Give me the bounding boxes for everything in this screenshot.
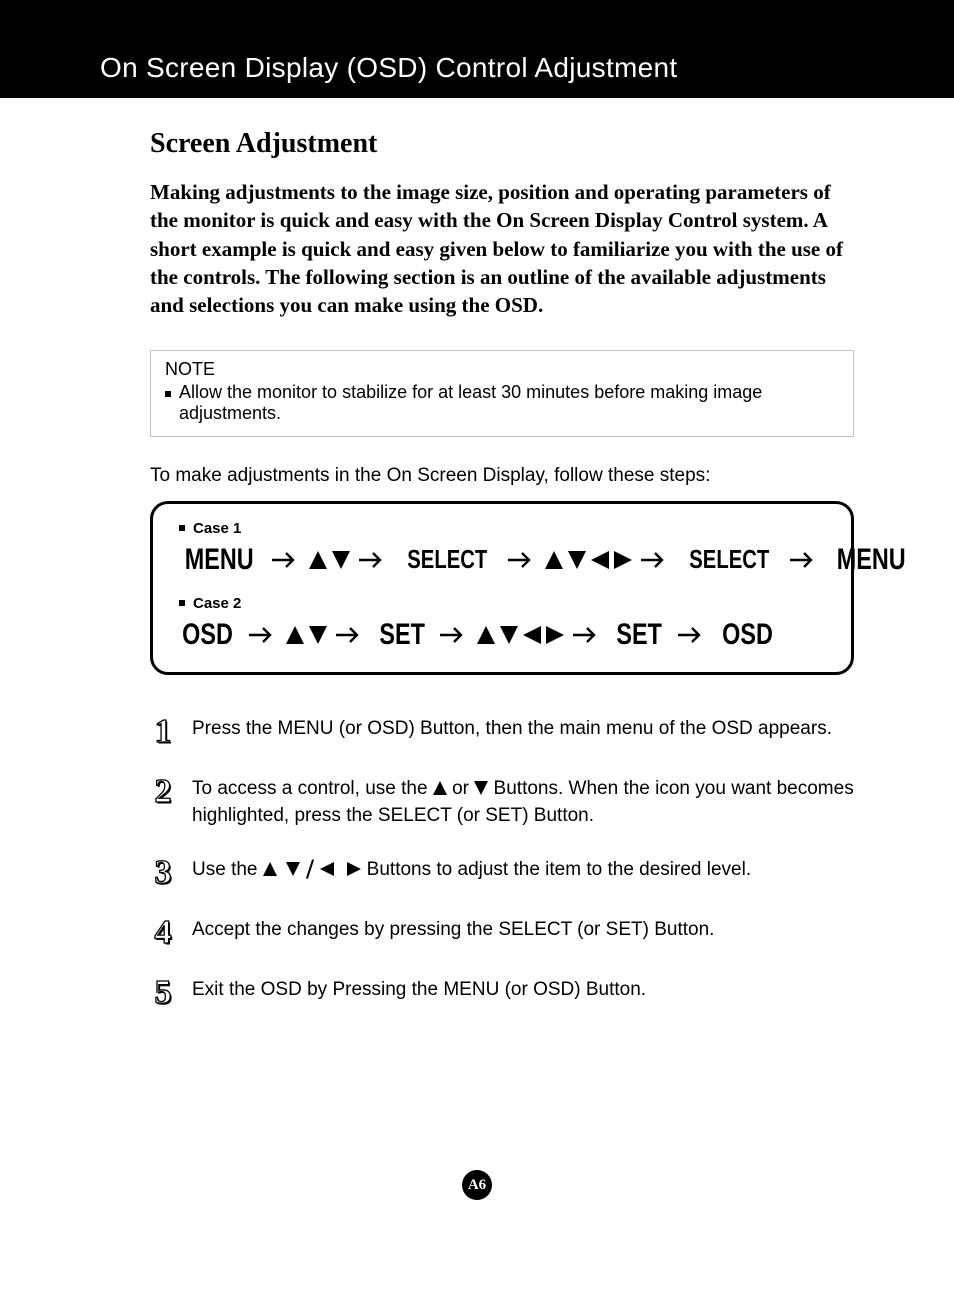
case1-label-text: Case 1: [193, 520, 241, 537]
step-body: To access a control, use the or Buttons.…: [192, 775, 854, 830]
step-text: Exit the OSD by Pressing the: [192, 979, 443, 1000]
step-text: To access a control, use the: [192, 778, 433, 799]
step-4: 4 Accept the changes by pressing the SEL…: [150, 916, 854, 950]
case1-label: Case 1: [179, 520, 829, 537]
page-number: A6: [468, 1177, 486, 1194]
page-header-title: On Screen Display (OSD) Control Adjustme…: [100, 52, 677, 83]
select-label: SELECT: [408, 544, 488, 575]
bullet-icon: [179, 525, 185, 531]
triangle-up-icon: [309, 551, 327, 569]
lead-text: To make adjustments in the On Screen Dis…: [150, 465, 854, 487]
arrow-right-icon: [335, 626, 365, 644]
intro-paragraph: Making adjustments to the image size, po…: [150, 178, 854, 320]
step-body: Accept the changes by pressing the SELEC…: [192, 916, 854, 950]
select-label: SELECT: [689, 544, 769, 575]
triangle-down-icon: [500, 626, 518, 644]
steps-list: 1 Press the MENU (or OSD) Button, then t…: [150, 715, 854, 1010]
step-number: 4: [150, 916, 176, 950]
step-text: Accept the changes by pressing the: [192, 919, 498, 940]
arrow-right-icon: [271, 551, 301, 569]
case1-flow: MENU SELECT SELECT MENU: [175, 543, 829, 577]
bullet-icon: [179, 600, 185, 606]
step-text: Press the: [192, 718, 278, 739]
page-header: On Screen Display (OSD) Control Adjustme…: [0, 0, 954, 98]
step-number: 1: [150, 715, 176, 749]
triangle-right-icon: [546, 626, 564, 644]
step-text: .: [589, 805, 594, 826]
step-number: 2: [150, 775, 176, 830]
step-body: Exit the OSD by Pressing the MENU (or OS…: [192, 976, 854, 1010]
case2-flow: OSD SET SET OSD: [175, 618, 829, 652]
triangle-up-icon: [433, 781, 447, 795]
page: On Screen Display (OSD) Control Adjustme…: [0, 0, 954, 1305]
page-number-badge: A6: [462, 1170, 492, 1200]
osd-label: OSD: [182, 618, 233, 652]
step-3: 3 Use the Buttons to adjust the item to …: [150, 856, 854, 890]
triangle-right-icon: [614, 551, 632, 569]
set-label: SET: [617, 618, 663, 652]
triangle-left-icon: [523, 626, 541, 644]
step-number: 5: [150, 976, 176, 1010]
up-down-group: [286, 626, 327, 644]
arrow-right-icon: [572, 626, 602, 644]
step-text: to adjust the item to the desired level.: [431, 859, 751, 880]
step-text: .: [641, 979, 646, 1000]
arrow-right-icon: [640, 551, 670, 569]
triangle-down-icon: [309, 626, 327, 644]
menu-label: MENU: [836, 543, 905, 577]
triangle-right-icon: [347, 862, 361, 876]
triangle-down-icon: [568, 551, 586, 569]
step-number: 3: [150, 856, 176, 890]
arrow-right-icon: [507, 551, 537, 569]
step-bold: SELECT (or SET) Button: [378, 805, 589, 826]
section-heading: Screen Adjustment: [150, 128, 854, 160]
note-text: Allow the monitor to stabilize for at le…: [179, 382, 839, 424]
set-label: SET: [379, 618, 425, 652]
step-text: Use the: [192, 859, 263, 880]
udlr-group: [545, 551, 632, 569]
content: Screen Adjustment Making adjustments to …: [0, 98, 954, 1010]
osd-label: OSD: [722, 618, 773, 652]
case-box: Case 1 MENU SELECT SELEC: [150, 501, 854, 675]
step-bold: MENU (or OSD) Button: [278, 718, 475, 739]
triangle-down-icon: [286, 862, 300, 876]
case2-label-text: Case 2: [193, 595, 241, 612]
case2-label: Case 2: [179, 595, 829, 612]
udlr-group: [477, 626, 564, 644]
step-1: 1 Press the MENU (or OSD) Button, then t…: [150, 715, 854, 749]
note-box: NOTE Allow the monitor to stabilize for …: [150, 350, 854, 437]
note-line: Allow the monitor to stabilize for at le…: [165, 382, 839, 424]
arrow-right-icon: [358, 551, 388, 569]
step-body: Press the MENU (or OSD) Button, then the…: [192, 715, 854, 749]
step-bold: MENU (or OSD) Button: [443, 979, 640, 1000]
triangle-up-icon: [286, 626, 304, 644]
step-5: 5 Exit the OSD by Pressing the MENU (or …: [150, 976, 854, 1010]
bullet-icon: [165, 391, 171, 397]
slash-icon: [306, 859, 314, 878]
arrow-right-icon: [677, 626, 707, 644]
triangle-down-icon: [332, 551, 350, 569]
note-title: NOTE: [165, 359, 839, 380]
up-down-group: [309, 551, 350, 569]
triangle-down-icon: [474, 781, 488, 795]
step-text: , then the main menu of the OSD appears.: [475, 718, 832, 739]
step-bold: Buttons: [367, 859, 431, 880]
arrow-right-icon: [248, 626, 278, 644]
arrow-right-icon: [439, 626, 469, 644]
step-2: 2 To access a control, use the or Button…: [150, 775, 854, 830]
triangle-left-icon: [591, 551, 609, 569]
step-text: or: [452, 778, 474, 799]
step-bold: SELECT (or SET) Button: [498, 919, 709, 940]
step-text: .: [709, 919, 714, 940]
step-bold: Buttons: [494, 778, 558, 799]
step-body: Use the Buttons to adjust the item to th…: [192, 856, 854, 890]
menu-label: MENU: [185, 543, 254, 577]
triangle-up-icon: [477, 626, 495, 644]
triangle-up-icon: [545, 551, 563, 569]
triangle-left-icon: [320, 862, 334, 876]
triangle-up-icon: [263, 862, 277, 876]
arrow-right-icon: [789, 551, 819, 569]
